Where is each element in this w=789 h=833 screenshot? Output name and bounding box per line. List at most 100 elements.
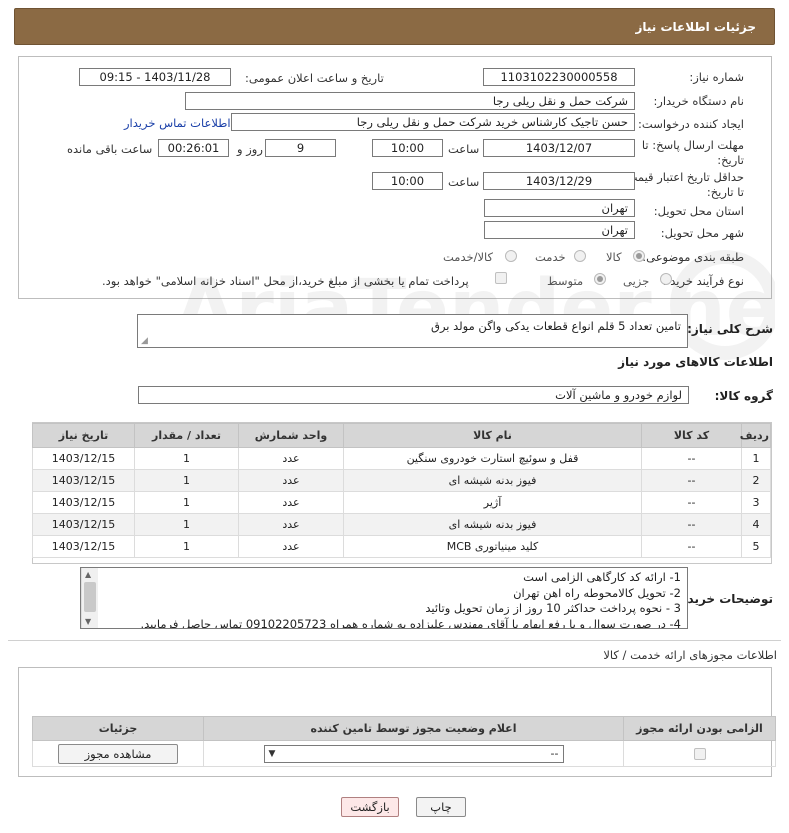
view-license-button[interactable]: مشاهده مجوز: [58, 743, 178, 764]
license-status-value: --: [550, 747, 559, 760]
summary-textarea: تامین تعداد 5 قلم انواع قطعات یدکی واگن …: [137, 314, 688, 348]
cell-date: 1403/12/15: [32, 513, 135, 536]
cell-unit: عدد: [238, 491, 344, 514]
cell-qty: 1: [134, 513, 239, 536]
category-goods-label: کالا: [606, 250, 622, 264]
resize-grip-icon: ◢: [141, 336, 148, 346]
cell-qty: 1: [134, 469, 239, 492]
process-type-label: نوع فرآیند خرید :: [662, 274, 744, 288]
scroll-down-icon[interactable]: ▼: [85, 617, 91, 626]
page-title-bar: جزئیات اطلاعات نیاز: [14, 8, 775, 45]
category-service-radio[interactable]: [574, 250, 586, 262]
licenses-panel: الزامی بودن ارائه مجوز اعلام وضعیت مجوز …: [18, 667, 776, 777]
license-status-cell: -- ▼: [203, 740, 624, 767]
process-medium-label: متوسط: [547, 274, 584, 288]
remaining-time-field: 00:26:01: [158, 139, 229, 157]
table-row: 2 -- فیوز بدنه شیشه ای عدد 1 1403/12/15: [32, 469, 771, 492]
license-required-checkbox: [693, 748, 706, 760]
cell-qty: 1: [134, 447, 239, 470]
deadline-date-field: 1403/12/07: [483, 139, 635, 157]
announce-datetime-field: 1403/11/28 - 09:15: [79, 68, 231, 86]
cell-code: --: [641, 513, 742, 536]
goods-table-wrapper: ردیف کد کالا نام کالا واحد شمارش تعداد /…: [32, 422, 772, 564]
goods-group-label: گروه کالا:: [714, 389, 773, 403]
buyer-notes-textarea[interactable]: 1- ارائه کد کارگاهی الزامی است 2- تحویل …: [80, 567, 688, 629]
cell-row: 4: [741, 513, 771, 536]
table-row: 4 -- فیوز بدنه شیشه ای عدد 1 1403/12/15: [32, 513, 771, 536]
price-validity-time-label: ساعت: [448, 175, 480, 189]
process-minor-radio[interactable]: [660, 273, 672, 285]
cell-code: --: [641, 447, 742, 470]
cell-row: 5: [741, 535, 771, 558]
process-medium-radio[interactable]: [594, 273, 606, 285]
category-service-label: خدمت: [535, 250, 566, 264]
summary-text: تامین تعداد 5 قلم انواع قطعات یدکی واگن …: [431, 319, 681, 333]
col-license-status: اعلام وضعیت مجوز توسط تامین کننده: [203, 716, 624, 741]
requester-label: ایجاد کننده درخواست:: [638, 117, 744, 131]
scroll-up-icon[interactable]: ▲: [85, 570, 91, 579]
license-status-select[interactable]: -- ▼: [263, 744, 564, 763]
col-date: تاریخ نیاز: [32, 423, 135, 448]
scroll-thumb[interactable]: [84, 582, 96, 612]
goods-table: ردیف کد کالا نام کالا واحد شمارش تعداد /…: [32, 423, 771, 558]
deadline-time-label: ساعت: [448, 142, 480, 156]
cell-name: کلید مینیاتوری MCB: [343, 535, 642, 558]
cell-date: 1403/12/15: [32, 535, 135, 558]
cell-name: فیوز بدنه شیشه ای: [343, 513, 642, 536]
buyer-contact-link[interactable]: اطلاعات تماس خریدار: [124, 116, 231, 130]
col-license-required: الزامی بودن ارائه مجوز: [623, 716, 776, 741]
cell-name: آژیر: [343, 491, 642, 514]
col-license-details: جزئیات: [32, 716, 204, 741]
city-field: تهران: [484, 221, 635, 239]
note-line: 4- در صورت سوال و یا رفع ابهام با آقای م…: [140, 616, 681, 629]
cell-row: 1: [741, 447, 771, 470]
province-field: تهران: [484, 199, 635, 217]
section-divider: [8, 640, 781, 641]
buyer-org-label: نام دستگاه خریدار:: [653, 94, 744, 108]
cell-unit: عدد: [238, 535, 344, 558]
license-required-cell: [623, 740, 776, 767]
treasury-payment-note: پرداخت تمام یا بخشی از مبلغ خرید،از محل …: [102, 274, 469, 288]
licenses-section-title: اطلاعات مجوزهای ارائه خدمت / کالا: [603, 648, 777, 662]
notes-scrollbar[interactable]: ▲ ▼: [81, 568, 98, 628]
licenses-table-header: الزامی بودن ارائه مجوز اعلام وضعیت مجوز …: [32, 716, 776, 741]
cell-date: 1403/12/15: [32, 447, 135, 470]
print-button[interactable]: چاپ: [416, 797, 466, 817]
cell-date: 1403/12/15: [32, 469, 135, 492]
goods-section-title: اطلاعات کالاهای مورد نیاز: [618, 355, 773, 369]
cell-qty: 1: [134, 535, 239, 558]
col-qty: تعداد / مقدار: [134, 423, 239, 448]
deadline-time-field: 10:00: [372, 139, 443, 157]
city-label: شهر محل تحویل:: [660, 226, 744, 240]
cell-unit: عدد: [238, 469, 344, 492]
days-field: 9: [265, 139, 336, 157]
province-label: استان محل تحویل:: [653, 204, 744, 218]
back-button[interactable]: بازگشت: [341, 797, 399, 817]
licenses-table: الزامی بودن ارائه مجوز اعلام وضعیت مجوز …: [32, 716, 776, 767]
cell-unit: عدد: [238, 447, 344, 470]
category-goods-radio[interactable]: [633, 250, 645, 262]
category-both-label: کالا/خدمت: [443, 250, 494, 264]
table-row: 5 -- کلید مینیاتوری MCB عدد 1 1403/12/15: [32, 535, 771, 558]
note-line: 1- ارائه کد کارگاهی الزامی است: [523, 570, 681, 584]
chevron-down-icon: ▼: [268, 748, 276, 759]
summary-label: شرح کلی نیاز:: [687, 322, 773, 336]
cell-date: 1403/12/15: [32, 491, 135, 514]
cell-row: 3: [741, 491, 771, 514]
need-number-label: شماره نیاز:: [689, 70, 744, 84]
cell-name: قفل و سوئیچ استارت خودروی سنگین: [343, 447, 642, 470]
page-title: جزئیات اطلاعات نیاز: [635, 19, 756, 34]
license-row: -- ▼ مشاهده مجوز: [32, 740, 776, 767]
days-label: روز و: [237, 142, 263, 156]
remaining-label: ساعت باقی مانده: [67, 142, 153, 156]
treasury-payment-checkbox[interactable]: [495, 272, 507, 284]
category-both-radio[interactable]: [505, 250, 517, 262]
license-details-cell: مشاهده مجوز: [32, 740, 204, 767]
cell-code: --: [641, 535, 742, 558]
table-row: 1 -- قفل و سوئیچ استارت خودروی سنگین عدد…: [32, 447, 771, 470]
cell-unit: عدد: [238, 513, 344, 536]
note-line: 3 - نحوه پرداخت حداکثر 10 روز از زمان تح…: [425, 601, 681, 615]
col-row: ردیف: [740, 423, 771, 448]
requester-field: حسن تاجیک کارشناس خرید شرکت حمل و نقل ری…: [231, 113, 635, 131]
deadline-label: مهلت ارسال پاسخ: تا تاریخ:: [641, 138, 744, 167]
